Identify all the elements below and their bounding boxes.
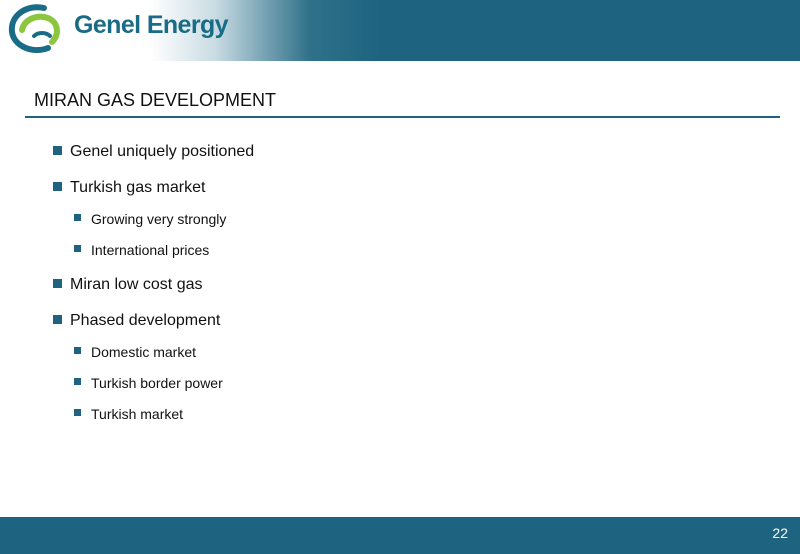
square-bullet-icon (74, 378, 81, 385)
title-divider (25, 116, 780, 118)
square-bullet-icon (74, 214, 81, 221)
square-bullet-icon (74, 347, 81, 354)
square-bullet-icon (53, 182, 62, 191)
bullet-text: Turkish gas market (70, 179, 206, 196)
page-number: 22 (772, 525, 788, 541)
genel-energy-logo: Genel Energy (4, 2, 229, 58)
square-bullet-icon (53, 279, 62, 288)
footer-band: 22 (0, 517, 800, 554)
bullet-text: Genel uniquely positioned (70, 143, 255, 160)
bullet-text: Phased development (70, 312, 221, 329)
square-bullet-icon (53, 146, 62, 155)
square-bullet-icon (53, 315, 62, 324)
logo-text: Genel Energy (74, 11, 229, 39)
sub-bullet-text: International prices (91, 242, 210, 258)
sub-bullet-text: Growing very strongly (91, 211, 227, 227)
slide-title: MIRAN GAS DEVELOPMENT (34, 90, 277, 110)
sub-bullet-text: Domestic market (91, 344, 197, 360)
sub-bullet-text: Turkish border power (91, 375, 223, 391)
logo-swirl-icon (8, 4, 60, 53)
square-bullet-icon (74, 245, 81, 252)
sub-bullet-text: Turkish market (91, 406, 184, 422)
bullet-text: Miran low cost gas (70, 276, 203, 293)
square-bullet-icon (74, 409, 81, 416)
